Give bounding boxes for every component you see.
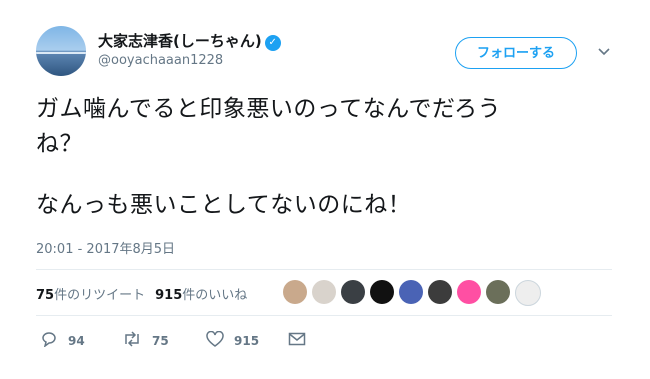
like-button[interactable]: 915 — [206, 330, 260, 352]
tweet-text: ガム噛んでると印象悪いのってなんでだろう ね？ なんっも悪いことしてないのにね！ — [36, 92, 616, 223]
direct-message-button[interactable] — [288, 331, 316, 352]
profile-avatar[interactable] — [36, 26, 86, 76]
engagement-stats: 75件のリツイート 915件のいいね — [36, 284, 247, 303]
liker-avatar[interactable] — [515, 280, 541, 306]
retweet-count: 75 — [152, 334, 169, 348]
envelope-icon — [288, 331, 306, 352]
like-stat-count: 915 — [155, 288, 183, 303]
retweet-stat[interactable]: 75件のリツイート — [36, 288, 145, 303]
retweet-icon — [122, 331, 142, 352]
chevron-down-icon[interactable] — [597, 44, 611, 58]
tweet-timestamp[interactable]: 20:01 - 2017年8月5日 — [36, 238, 175, 257]
retweet-button[interactable]: 75 — [122, 331, 169, 352]
liker-avatar[interactable] — [428, 280, 452, 304]
divider — [36, 315, 612, 316]
display-name-text[interactable]: 大家志津香(しーちゃん) — [98, 32, 262, 50]
liker-avatar[interactable] — [341, 280, 365, 304]
tweet-line: なんっも悪いことしてないのにね！ — [36, 192, 412, 218]
user-handle[interactable]: @ooyachaaan1228 — [98, 53, 223, 68]
like-count: 915 — [234, 334, 260, 348]
heart-icon — [206, 330, 224, 352]
display-name[interactable]: 大家志津香(しーちゃん) ✓ — [98, 30, 281, 51]
retweet-stat-label: 件のリツイート — [54, 288, 146, 303]
like-stat-label: 件のいいね — [182, 288, 248, 303]
retweet-stat-count: 75 — [36, 288, 55, 303]
verified-badge-icon: ✓ — [264, 35, 281, 51]
like-stat[interactable]: 915件のいいね — [155, 288, 247, 303]
reply-icon — [40, 331, 58, 352]
liker-avatar[interactable] — [283, 280, 307, 304]
liker-avatar[interactable] — [312, 280, 336, 304]
reply-button[interactable]: 94 — [40, 331, 85, 352]
tweet-line: ね？ — [36, 131, 83, 157]
liker-avatar[interactable] — [457, 280, 481, 304]
follow-button[interactable]: フォローする — [455, 37, 577, 69]
reply-count: 94 — [68, 334, 85, 348]
liker-avatar[interactable] — [486, 280, 510, 304]
tweet-line: ガム噛んでると印象悪いのってなんでだろう — [36, 96, 502, 122]
liker-avatar[interactable] — [370, 280, 394, 304]
divider — [36, 269, 612, 270]
liker-avatar[interactable] — [399, 280, 423, 304]
